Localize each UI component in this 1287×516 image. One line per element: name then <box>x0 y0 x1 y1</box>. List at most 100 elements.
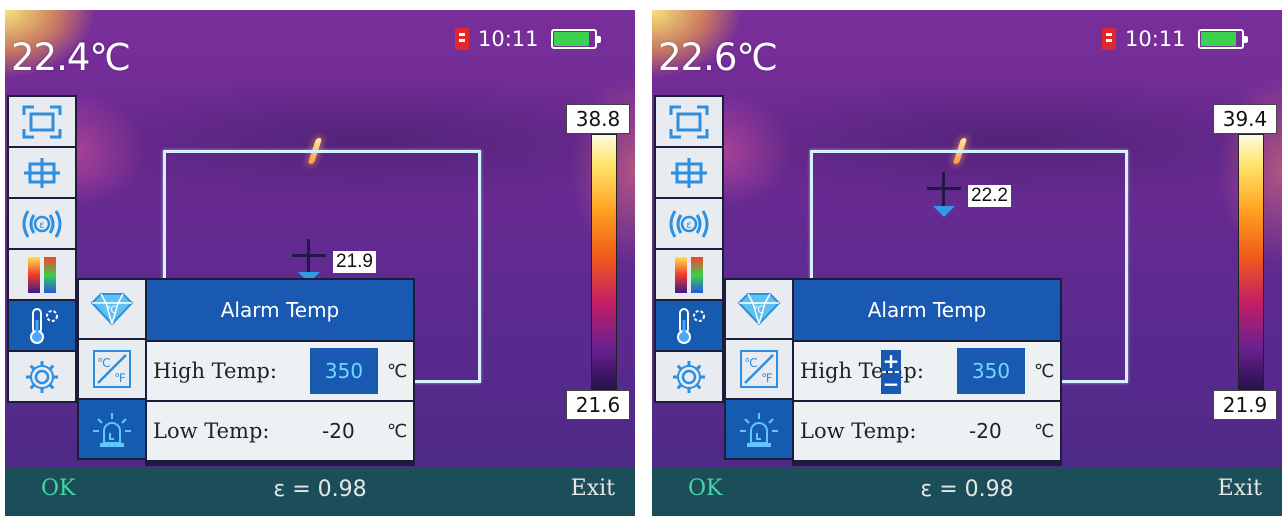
high-temp-unit: ℃ <box>387 360 408 382</box>
panel-title: Alarm Temp <box>794 280 1060 340</box>
menu-emissivity-button[interactable]: ε <box>656 199 722 248</box>
settings-gear-icon <box>26 360 58 393</box>
unit-switch-icon: ℃℉ <box>93 350 131 388</box>
menu-settings-button[interactable] <box>656 352 722 401</box>
bottom-bar: OK ε = 0.98 Exit <box>5 468 635 516</box>
scale-max-value: 39.4 <box>1213 104 1277 134</box>
color-scale-bar <box>591 134 617 390</box>
center-point-icon <box>24 157 60 188</box>
unit-switch-icon: ℃℉ <box>740 350 778 388</box>
high-temp-value[interactable]: 350 <box>310 348 378 394</box>
alarm-temp-panel: Alarm Temp High Temp: 350 ℃ Low Temp: -2… <box>145 278 415 466</box>
crosshair-arrow-icon <box>933 206 955 217</box>
left-menu: ε <box>654 95 724 403</box>
submenu-unit-switch-button[interactable]: ℃ ℉ <box>726 340 792 398</box>
alarm-thermometer-icon <box>677 307 705 344</box>
submenu-alarm-button[interactable] <box>79 400 145 458</box>
main-temperature-readout: 22.6℃ <box>658 36 778 79</box>
menu-center-point-button[interactable] <box>656 148 722 197</box>
crosshair-temp-label: 21.9 <box>333 251 376 273</box>
low-temp-row[interactable]: Low Temp: -20 ℃ <box>794 402 1060 460</box>
stepper-minus-button[interactable]: − <box>881 373 901 394</box>
color-scale-bar <box>1238 134 1264 390</box>
scale-min-value: 21.6 <box>566 390 630 420</box>
exit-button[interactable]: Exit <box>1218 476 1262 501</box>
high-temp-unit: ℃ <box>1034 360 1055 382</box>
crosshair-temp-label: 22.2 <box>968 185 1011 207</box>
menu-alarm-temp-button[interactable] <box>9 301 75 350</box>
thermal-screen-right: 22.6℃ 10:11 22.2 39.4 21.9 ε ℃ ℃ ℉ Alarm… <box>652 10 1282 516</box>
palette-icon <box>28 256 56 293</box>
svg-text:℉: ℉ <box>114 371 125 385</box>
battery-icon <box>1197 29 1248 49</box>
alarm-thermometer-icon <box>30 307 58 344</box>
diamond-temp-icon: ℃ <box>90 293 134 326</box>
panel-title: Alarm Temp <box>147 280 413 340</box>
center-point-icon <box>671 157 707 188</box>
menu-palette-button[interactable] <box>656 250 722 299</box>
emissivity-icon: ε <box>669 209 709 238</box>
left-menu: ε <box>7 95 77 403</box>
low-temp-row[interactable]: Low Temp: -20 ℃ <box>147 402 413 460</box>
status-bar: 10:11 <box>1102 24 1248 54</box>
svg-text:ε: ε <box>686 220 691 231</box>
menu-emissivity-button[interactable]: ε <box>9 199 75 248</box>
crosshair-icon <box>292 239 326 273</box>
emissivity-readout: ε = 0.98 <box>920 477 1014 502</box>
diamond-temp-icon: ℃ <box>737 293 781 326</box>
svg-text:℃: ℃ <box>97 356 110 370</box>
sd-card-icon <box>455 28 469 50</box>
low-temp-value[interactable]: -20 <box>969 419 1002 443</box>
value-stepper: + − <box>881 350 901 394</box>
submenu-column: ℃ ℃ ℉ <box>724 278 794 460</box>
menu-settings-button[interactable] <box>9 352 75 401</box>
sd-card-icon <box>1102 28 1116 50</box>
clock: 10:11 <box>1125 27 1186 51</box>
menu-area-measure-button[interactable] <box>656 97 722 146</box>
svg-text:℃: ℃ <box>744 356 757 370</box>
crosshair-icon <box>927 172 961 206</box>
svg-text:℃: ℃ <box>753 305 764 316</box>
high-temp-label: High Temp: <box>153 359 277 383</box>
area-measure-icon <box>669 105 709 138</box>
alarm-temp-panel: Alarm Temp High Temp: + − 350 ℃ Low Temp… <box>792 278 1062 466</box>
scale-min-value: 21.9 <box>1213 390 1277 420</box>
clock: 10:11 <box>478 27 539 51</box>
high-temp-row[interactable]: High Temp: + − 350 ℃ <box>794 342 1060 400</box>
svg-text:ε: ε <box>39 220 44 231</box>
submenu-diamond-button[interactable]: ℃ <box>79 280 145 338</box>
palette-icon <box>675 256 703 293</box>
alarm-siren-icon <box>740 413 778 447</box>
thermal-screen-left: 22.4℃ 10:11 21.9 38.8 21.6 ε ℃ ℃ ℉ Alarm… <box>5 10 635 516</box>
submenu-diamond-button[interactable]: ℃ <box>726 280 792 338</box>
menu-center-point-button[interactable] <box>9 148 75 197</box>
bottom-bar: OK ε = 0.98 Exit <box>652 468 1282 516</box>
low-temp-value[interactable]: -20 <box>322 419 355 443</box>
emissivity-readout: ε = 0.98 <box>273 477 367 502</box>
low-temp-unit: ℃ <box>1034 420 1055 442</box>
high-temp-label: High Temp: <box>800 359 924 383</box>
menu-alarm-temp-button[interactable] <box>656 301 722 350</box>
submenu-alarm-button[interactable] <box>726 400 792 458</box>
area-measure-icon <box>22 105 62 138</box>
high-temp-row[interactable]: High Temp: 350 ℃ <box>147 342 413 400</box>
low-temp-label: Low Temp: <box>153 419 270 443</box>
menu-palette-button[interactable] <box>9 250 75 299</box>
battery-icon <box>550 29 601 49</box>
svg-text:℃: ℃ <box>106 305 117 316</box>
svg-text:℉: ℉ <box>761 371 772 385</box>
stepper-plus-button[interactable]: + <box>881 350 901 371</box>
settings-gear-icon <box>673 360 705 393</box>
submenu-unit-switch-button[interactable]: ℃ ℉ <box>79 340 145 398</box>
exit-button[interactable]: Exit <box>571 476 615 501</box>
main-temperature-readout: 22.4℃ <box>11 36 131 79</box>
menu-area-measure-button[interactable] <box>9 97 75 146</box>
low-temp-label: Low Temp: <box>800 419 917 443</box>
low-temp-unit: ℃ <box>387 420 408 442</box>
submenu-column: ℃ ℃ ℉ <box>77 278 147 460</box>
status-bar: 10:11 <box>455 24 601 54</box>
alarm-siren-icon <box>93 413 131 447</box>
high-temp-value[interactable]: 350 <box>957 348 1025 394</box>
scale-max-value: 38.8 <box>566 104 630 134</box>
emissivity-icon: ε <box>22 209 62 238</box>
